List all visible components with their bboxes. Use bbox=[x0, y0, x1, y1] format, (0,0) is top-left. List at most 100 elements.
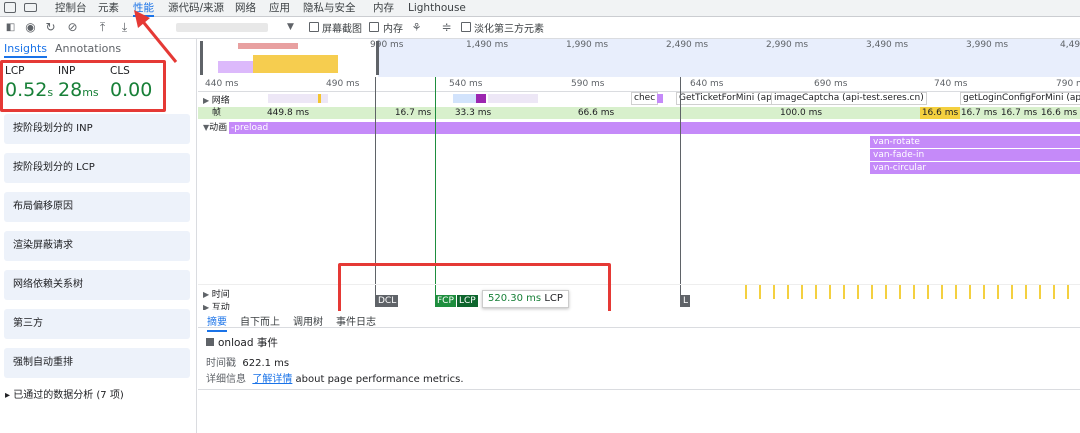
network-request-bar[interactable] bbox=[657, 94, 663, 103]
tooltip-label: LCP bbox=[544, 293, 563, 304]
network-request-label[interactable]: imageCaptcha (api-test.seres.cn) bbox=[771, 92, 927, 105]
network-track[interactable]: ▶ 网络 chec GetTicketForMini (api- imageCa… bbox=[198, 92, 1080, 106]
tab-memory[interactable]: 内存 bbox=[373, 1, 394, 15]
overview-scripting-area bbox=[253, 55, 338, 73]
interactions-track[interactable]: ▶ 互动 bbox=[198, 300, 1080, 310]
gc-icon[interactable]: ⚘ bbox=[410, 21, 423, 34]
frame-duration[interactable]: 33.3 ms bbox=[453, 107, 493, 119]
recording-select[interactable] bbox=[176, 23, 268, 32]
animation-bar[interactable]: van-circular bbox=[870, 162, 1080, 174]
memory-checkbox[interactable] bbox=[369, 22, 379, 32]
tab-call-tree[interactable]: 调用树 bbox=[293, 313, 323, 328]
tab-application[interactable]: 应用 bbox=[269, 1, 290, 15]
tab-bottom-up[interactable]: 自下而上 bbox=[240, 313, 280, 328]
network-request-label[interactable]: getLoginConfigForMini (api-t bbox=[960, 92, 1080, 105]
details-tabs: 摘要 自下而上 调用树 事件日志 bbox=[198, 311, 1080, 332]
network-request-bar[interactable] bbox=[476, 94, 486, 103]
inspect-element-icon[interactable] bbox=[4, 2, 16, 13]
insight-network-dependency-tree[interactable]: 网络依赖关系树 bbox=[4, 270, 190, 300]
frames-track[interactable]: 帧 449.8 ms 16.7 ms 33.3 ms 66.6 ms 100.0… bbox=[198, 107, 1080, 119]
expand-triangle-icon[interactable]: ▶ bbox=[203, 303, 212, 310]
tab-event-log[interactable]: 事件日志 bbox=[336, 313, 376, 328]
sidebar-toggle-icon[interactable]: ◧ bbox=[4, 21, 17, 34]
tab-console[interactable]: 控制台 bbox=[55, 1, 87, 15]
screenshots-checkbox[interactable] bbox=[309, 22, 319, 32]
event-title: onload 事件 bbox=[206, 335, 278, 350]
overview-tick: 1,490 ms bbox=[466, 40, 509, 50]
event-color-swatch bbox=[206, 338, 214, 346]
upload-icon[interactable]: ⤒ bbox=[96, 21, 109, 34]
download-icon[interactable]: ⤓ bbox=[118, 21, 131, 34]
ruler-tick: 790 ms bbox=[1056, 79, 1080, 89]
animations-track-header[interactable]: ▼动画 bbox=[203, 122, 230, 134]
load-marker[interactable]: L bbox=[681, 295, 691, 307]
device-toolbar-icon[interactable] bbox=[24, 3, 37, 12]
network-request-bar[interactable] bbox=[318, 94, 321, 103]
animations-track[interactable]: ▼动画 -preload bbox=[198, 122, 1080, 134]
frame-duration[interactable]: 66.6 ms bbox=[571, 107, 621, 119]
network-request-label[interactable]: chec bbox=[631, 92, 659, 105]
animation-bar[interactable]: -preload bbox=[228, 122, 1080, 134]
dim-third-party-label: 淡化第三方元素 bbox=[474, 24, 544, 35]
frame-duration[interactable]: 16.7 ms bbox=[1000, 107, 1038, 119]
ruler-tick: 640 ms bbox=[690, 79, 724, 89]
tab-privacy-security[interactable]: 隐私与安全 bbox=[303, 1, 356, 15]
performance-toolbar: ◧ ◉ ↻ ⊘ ⤒ ⤓ ▼ 屏幕截图 内存 ⚘ ≑ 淡化第三方元素 bbox=[0, 17, 1080, 39]
insight-forced-reflow[interactable]: 强制自动重排 bbox=[4, 348, 190, 378]
timings-track[interactable]: ▶ 时间 bbox=[198, 284, 1080, 300]
insight-inp-by-phase[interactable]: 按阶段划分的 INP bbox=[4, 114, 190, 144]
tab-network[interactable]: 网络 bbox=[235, 1, 256, 15]
frame-duration[interactable]: 16.7 ms bbox=[393, 107, 433, 119]
frame-duration[interactable]: 100.0 ms bbox=[776, 107, 826, 119]
frame-duration[interactable]: 16.7 ms bbox=[960, 107, 998, 119]
insight-render-blocking[interactable]: 渲染屏蔽请求 bbox=[4, 231, 190, 261]
animation-bar[interactable]: van-rotate bbox=[870, 136, 1080, 148]
overview-tick: 2,490 ms bbox=[666, 40, 709, 50]
frame-duration[interactable]: 16.6 ms bbox=[1040, 107, 1078, 119]
overview-rendering-area bbox=[218, 61, 253, 73]
tab-lighthouse[interactable]: Lighthouse bbox=[408, 1, 466, 15]
learn-more-link[interactable]: 了解详情 bbox=[252, 374, 292, 385]
load-marker-line bbox=[680, 77, 681, 307]
timeline-overview[interactable]: 990 ms 1,490 ms 1,990 ms 2,490 ms 2,990 … bbox=[198, 39, 1080, 77]
tab-elements[interactable]: 元素 bbox=[98, 1, 119, 15]
network-request-label[interactable]: GetTicketForMini (api- bbox=[676, 92, 781, 105]
insight-lcp-by-phase[interactable]: 按阶段划分的 LCP bbox=[4, 153, 190, 183]
tab-annotations[interactable]: Annotations bbox=[55, 42, 121, 55]
passed-insights-toggle[interactable]: ▸ 已通过的数据分析 (7 项) bbox=[5, 386, 124, 401]
overview-tick: 3,990 ms bbox=[966, 40, 1009, 50]
record-icon[interactable]: ◉ bbox=[24, 21, 37, 34]
frame-duration[interactable]: 16.6 ms bbox=[920, 107, 960, 119]
overview-tick: 2,990 ms bbox=[766, 40, 809, 50]
timeline-panel: 990 ms 1,490 ms 1,990 ms 2,490 ms 2,990 … bbox=[198, 39, 1080, 433]
capture-settings-icon[interactable]: ≑ bbox=[440, 21, 453, 34]
network-track-header[interactable]: ▶ 网络 bbox=[203, 93, 230, 106]
dim-third-party-checkbox[interactable] bbox=[461, 22, 471, 32]
chevron-down-icon[interactable]: ▼ bbox=[284, 21, 297, 34]
reload-record-icon[interactable]: ↻ bbox=[44, 21, 57, 34]
event-details-row: 详细信息 了解详情 about page performance metrics… bbox=[206, 370, 464, 385]
ruler-tick: 590 ms bbox=[571, 79, 605, 89]
interactions-track-header[interactable]: ▶ 互动 bbox=[203, 300, 230, 310]
network-request-bar[interactable] bbox=[488, 94, 538, 103]
timings-track-header[interactable]: ▶ 时间 bbox=[203, 287, 230, 300]
frame-duration[interactable]: 449.8 ms bbox=[263, 107, 313, 119]
expand-triangle-icon[interactable]: ▶ bbox=[203, 96, 212, 105]
insight-third-parties[interactable]: 第三方 bbox=[4, 309, 190, 339]
ruler-tick: 690 ms bbox=[814, 79, 848, 89]
timing-events[interactable] bbox=[733, 285, 1073, 299]
devtools-tab-bar: 控制台 元素 性能 源代码/来源 网络 应用 隐私与安全 内存 Lighthou… bbox=[0, 0, 1080, 17]
tab-performance[interactable]: 性能 bbox=[133, 1, 154, 17]
tab-summary[interactable]: 摘要 bbox=[207, 313, 227, 332]
annotation-box-metrics bbox=[0, 60, 166, 112]
expand-triangle-icon[interactable]: ▶ bbox=[203, 290, 212, 299]
animation-bar[interactable]: van-fade-in bbox=[870, 149, 1080, 161]
time-ruler: 440 ms 490 ms 540 ms 590 ms 640 ms 690 m… bbox=[198, 77, 1080, 92]
overview-handle-left[interactable] bbox=[200, 41, 203, 75]
memory-label: 内存 bbox=[383, 24, 403, 35]
insight-layout-shift-causes[interactable]: 布局偏移原因 bbox=[4, 192, 190, 222]
tab-sources[interactable]: 源代码/来源 bbox=[168, 1, 224, 15]
tab-insights[interactable]: Insights bbox=[4, 42, 48, 58]
clear-icon[interactable]: ⊘ bbox=[66, 21, 79, 34]
event-timestamp-row: 时间戳 622.1 ms bbox=[206, 354, 289, 369]
